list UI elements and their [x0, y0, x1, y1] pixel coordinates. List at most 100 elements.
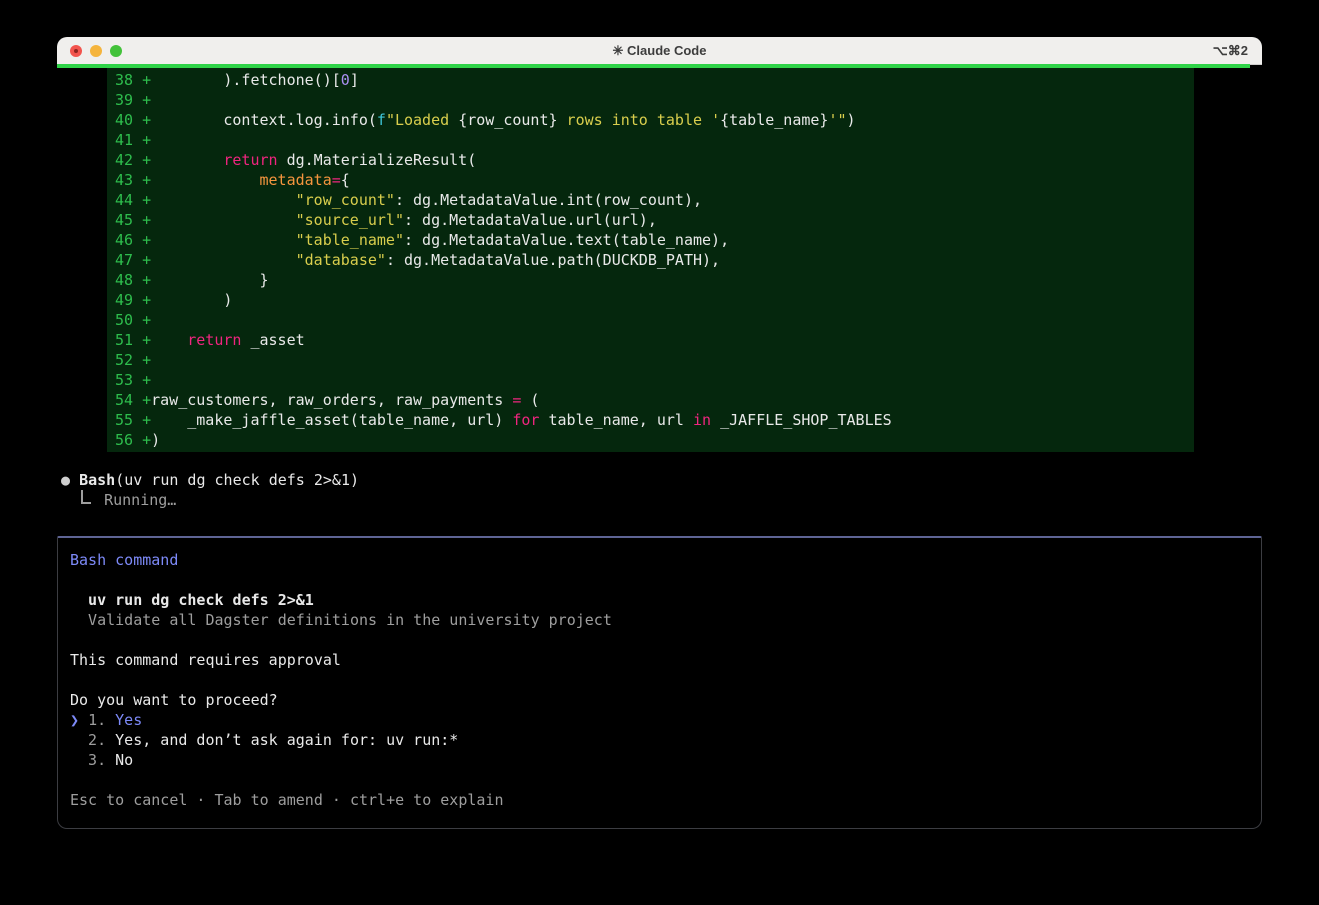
dialog-line: [70, 770, 1261, 790]
diff-line: 56 +): [115, 430, 1194, 450]
text-segment: [61, 491, 79, 509]
dialog-command: uv run dg check defs 2>&1: [70, 590, 1261, 610]
text-segment: 45 +: [115, 211, 151, 229]
approval-notice: This command requires approval: [70, 650, 1261, 670]
claude-code-window: ✳ Claude Code ⌥⌘2 38 + ).fetchone()[0]39…: [57, 37, 1262, 830]
text-segment: ): [847, 111, 856, 129]
diff-line: 45 + "source_url": dg.MetadataValue.url(…: [115, 210, 1194, 230]
text-segment: 44 +: [115, 191, 151, 209]
diff-line: 46 + "table_name": dg.MetadataValue.text…: [115, 230, 1194, 250]
text-segment: 53 +: [115, 371, 151, 389]
tool-status: ● Bash(uv run dg check defs 2>&1) Runnin…: [61, 470, 359, 510]
close-button[interactable]: [70, 45, 82, 57]
text-segment: Esc to cancel · Tab to amend · ctrl+e to…: [70, 791, 503, 809]
text-segment: ●: [61, 471, 79, 489]
proceed-question: Do you want to proceed?: [70, 690, 1261, 710]
dialog-line: [70, 670, 1261, 690]
tool-call-bash: ● Bash(uv run dg check defs 2>&1): [61, 470, 359, 490]
text-segment: context.log.info(: [151, 111, 377, 129]
option-1-yes[interactable]: ❯ 1. Yes: [70, 710, 1261, 730]
text-segment: 1.: [88, 711, 115, 729]
text-segment: Validate all Dagster definitions in the …: [70, 611, 612, 629]
tool-status-running: Running…: [61, 490, 359, 510]
text-segment: {row_count}: [458, 111, 557, 129]
diff-line: 55 + _make_jaffle_asset(table_name, url)…: [115, 410, 1194, 430]
text-segment: return: [187, 331, 241, 349]
diff-line: 41 +: [115, 130, 1194, 150]
text-segment: "Loaded: [386, 111, 458, 129]
text-segment: No: [115, 751, 133, 769]
diff-line: 49 + ): [115, 290, 1194, 310]
text-segment: _JAFFLE_SHOP_TABLES: [711, 411, 892, 429]
text-segment: [151, 211, 296, 229]
text-segment: 2.: [70, 731, 115, 749]
text-segment: }: [151, 271, 268, 289]
text-segment: for: [512, 411, 539, 429]
text-segment: Running…: [95, 491, 176, 509]
diff-line: 50 +: [115, 310, 1194, 330]
text-segment: Yes, and don’t ask again for: uv run:*: [115, 731, 458, 749]
diff-line: 48 + }: [115, 270, 1194, 290]
text-segment: ': [711, 111, 720, 129]
text-segment: =: [332, 171, 341, 189]
diff-line: 52 +: [115, 350, 1194, 370]
text-segment: 46 +: [115, 231, 151, 249]
terminal-content: 38 + ).fetchone()[0]39 +40 + context.log…: [57, 65, 1262, 830]
diff-line: 40 + context.log.info(f"Loaded {row_coun…: [115, 110, 1194, 130]
diff-line: 51 + return _asset: [115, 330, 1194, 350]
option-3-no[interactable]: 3. No: [70, 750, 1261, 770]
dialog-line: [70, 630, 1261, 650]
text-segment: 38 +: [115, 71, 151, 89]
text-segment: "row_count": [296, 191, 395, 209]
text-segment: ): [151, 291, 232, 309]
diff-line: 42 + return dg.MaterializeResult(: [115, 150, 1194, 170]
text-segment: dg.MaterializeResult(: [278, 151, 477, 169]
text-segment: : dg.MetadataValue.path(DUCKDB_PATH),: [386, 251, 720, 269]
text-segment: 54 +: [115, 391, 151, 409]
text-segment: {table_name}: [720, 111, 828, 129]
diff-line: 43 + metadata={: [115, 170, 1194, 190]
text-segment: Bash command: [70, 551, 178, 569]
text-segment: [151, 331, 187, 349]
text-segment: ).fetchone()[: [151, 71, 341, 89]
zoom-button[interactable]: [110, 45, 122, 57]
option-2-yes-dont-ask-again[interactable]: 2. Yes, and don’t ask again for: uv run:…: [70, 730, 1261, 750]
text-segment: table_name, url: [539, 411, 693, 429]
text-segment: 51 +: [115, 331, 151, 349]
elbow-connector-icon: [81, 490, 91, 504]
text-segment: 56 +: [115, 431, 151, 449]
diff-line: 47 + "database": dg.MetadataValue.path(D…: [115, 250, 1194, 270]
code-diff-block: 38 + ).fetchone()[0]39 +40 + context.log…: [107, 68, 1194, 452]
text-segment: 52 +: [115, 351, 151, 369]
text-segment: (uv run dg check defs 2>&1): [115, 471, 359, 489]
text-segment: 49 +: [115, 291, 151, 309]
text-segment: 50 +: [115, 311, 151, 329]
text-segment: ): [151, 431, 160, 449]
text-segment: 39 +: [115, 91, 151, 109]
text-segment: 42 +: [115, 151, 151, 169]
text-segment: 3.: [70, 751, 115, 769]
text-segment: "source_url": [296, 211, 404, 229]
text-segment: "database": [296, 251, 386, 269]
text-segment: [151, 151, 223, 169]
diff-line: 53 +: [115, 370, 1194, 390]
window-title: ✳ Claude Code: [613, 43, 707, 59]
text-segment: 55 +: [115, 411, 151, 429]
minimize-button[interactable]: [90, 45, 102, 57]
diff-line: 44 + "row_count": dg.MetadataValue.int(r…: [115, 190, 1194, 210]
text-segment: ]: [350, 71, 359, 89]
text-segment: return: [223, 151, 277, 169]
text-segment: : dg.MetadataValue.int(row_count),: [395, 191, 702, 209]
bash-approval-dialog: Bash command uv run dg check defs 2>&1 V…: [57, 536, 1262, 829]
titlebar[interactable]: ✳ Claude Code ⌥⌘2: [57, 37, 1262, 65]
text-segment: (: [521, 391, 539, 409]
text-segment: _make_jaffle_asset(table_name, url): [151, 411, 512, 429]
text-segment: 47 +: [115, 251, 151, 269]
diff-line: 54 +raw_customers, raw_orders, raw_payme…: [115, 390, 1194, 410]
diff-line: 39 +: [115, 90, 1194, 110]
text-segment: uv run dg check defs 2>&1: [70, 591, 314, 609]
text-segment: f: [377, 111, 386, 129]
window-controls: [70, 45, 122, 57]
text-segment: ❯: [70, 711, 88, 729]
text-segment: [151, 171, 259, 189]
